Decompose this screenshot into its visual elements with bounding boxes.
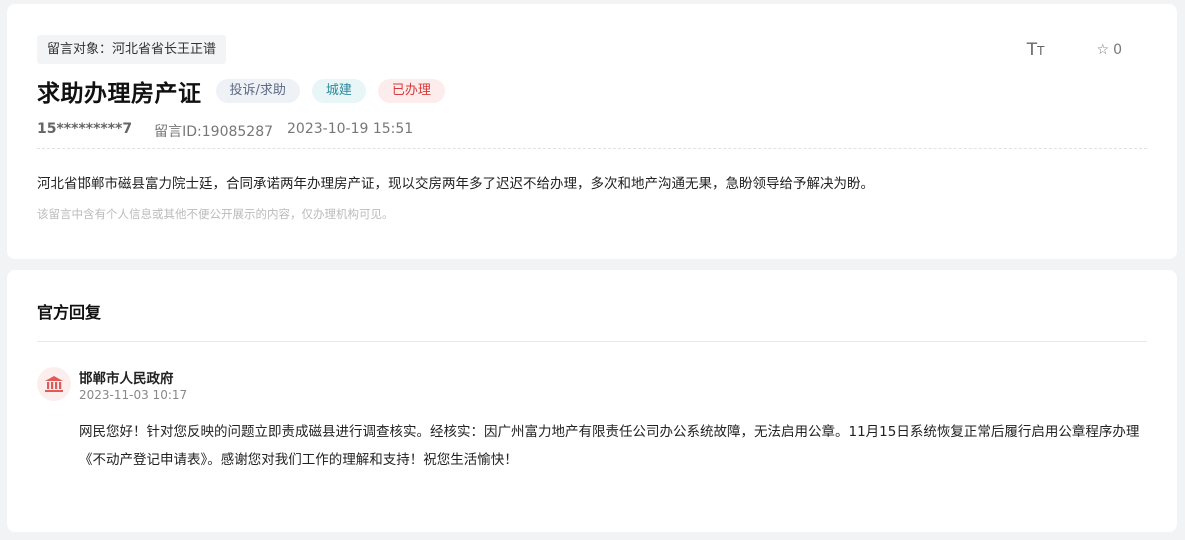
message-id: 留言ID:19085287 — [154, 124, 274, 140]
title-row: 求助办理房产证 投诉/求助 城建 已办理 — [37, 74, 445, 108]
reply-section-title: 官方回复 — [37, 303, 102, 322]
message-meta: 15*********7 留言ID:19085287 2023-10-19 15… — [37, 121, 413, 141]
reply-text: 网民您好！针对您反映的问题立即责成磁县进行调查核实。经核实：因广州富力地产有限责… — [79, 424, 1140, 468]
avatar — [37, 367, 71, 401]
reply-org-name: 邯郸市人民政府 — [79, 371, 174, 387]
page-title: 求助办理房产证 — [37, 81, 202, 107]
message-card: 留言对象：河北省省长王正谱 求助办理房产证 投诉/求助 城建 已办理 TT ☆ … — [7, 4, 1177, 259]
message-content: 河北省邯郸市磁县富力院士廷，合同承诺两年办理房产证，现以交房两年多了迟迟不给办理… — [37, 176, 874, 192]
star-outline-icon: ☆ — [1096, 42, 1110, 58]
government-building-icon — [45, 376, 63, 392]
font-size-button[interactable]: TT — [1027, 40, 1045, 60]
status-badge: 已办理 — [377, 79, 445, 103]
user-id: 15*********7 — [37, 121, 133, 137]
category-badge: 城建 — [311, 79, 366, 103]
divider — [37, 341, 1147, 342]
message-toolbar: TT ☆ 0 — [1027, 40, 1122, 60]
favorite-button[interactable]: ☆ 0 — [1097, 42, 1122, 58]
privacy-note: 该留言中含有个人信息或其他不便公开展示的内容，仅办理机构可见。 — [37, 207, 394, 221]
type-badge: 投诉/求助 — [215, 79, 300, 103]
font-size-icon: TT — [1026, 40, 1045, 60]
reply-card: 官方回复 邯郸市人民政府 2023-11-03 10:17 网民您好！针对您反映… — [7, 270, 1177, 532]
favorite-count: 0 — [1113, 42, 1122, 58]
message-target-tag: 留言对象：河北省省长王正谱 — [37, 35, 227, 64]
message-time: 2023-10-19 15:51 — [287, 121, 414, 137]
divider — [37, 148, 1147, 149]
reply-time: 2023-11-03 10:17 — [79, 388, 188, 402]
